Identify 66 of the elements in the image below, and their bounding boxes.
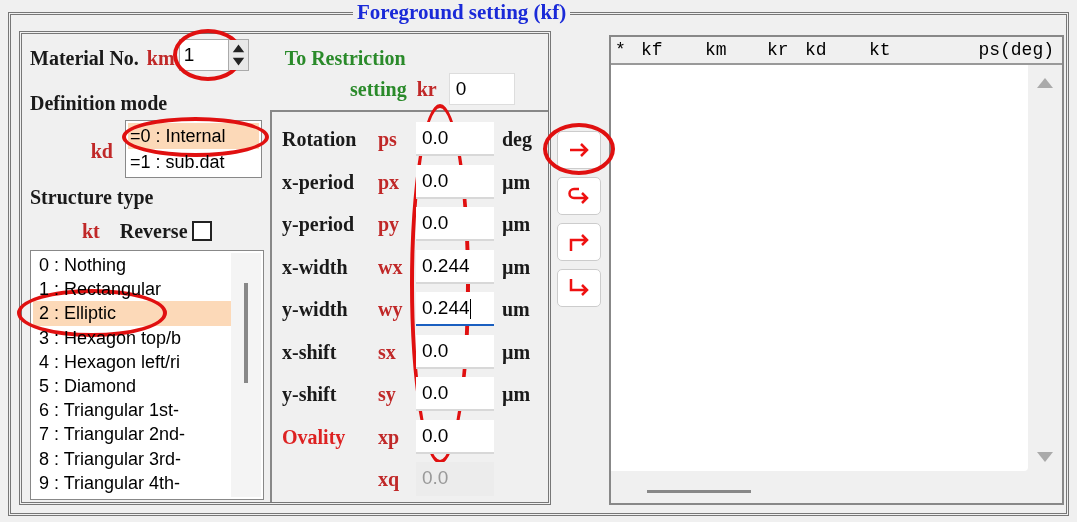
variable-label: xq [378,467,401,493]
value-field[interactable]: 0.244 [416,249,494,284]
value-field[interactable]: 0.0 [416,334,494,369]
value-field[interactable]: 0.0 [416,207,494,242]
column-header[interactable]: kt [869,37,965,64]
variable-label: wy [378,297,404,323]
value-field[interactable]: 0.0 [416,122,494,157]
parameter-label: Ovality [282,424,347,451]
value-field[interactable]: 0.0 [416,419,494,454]
bent-arrow-icon [567,278,591,298]
action-button[interactable] [557,177,601,215]
section-title: Definition mode [30,91,169,116]
column-header[interactable]: kr [767,37,805,64]
mode-option[interactable]: =0 : Internal [128,123,259,149]
curved-arrow-icon [567,186,591,206]
column-header[interactable]: * [615,37,641,64]
parameter-label: y-period [282,212,356,238]
action-button[interactable] [557,269,601,307]
value-field[interactable]: 0.244 [416,292,494,327]
scroll-thumb[interactable] [244,283,248,383]
unit-label: um [502,297,530,323]
variable-label: px [378,169,401,196]
variable-label: kd [89,139,114,164]
unit-label: µm [502,382,531,408]
parameter-label: y-shift [282,382,338,408]
reverse-checkbox[interactable] [191,221,212,241]
variable-label: py [378,212,401,238]
variable-label: kr [416,77,437,102]
unit-label: µm [502,212,531,238]
column-header[interactable]: kd [805,37,869,64]
variable-label: wx [378,254,404,280]
scrollbar[interactable] [231,253,261,497]
number-spinner[interactable]: 1 [178,39,249,71]
parameter-label: x-width [282,254,349,280]
structure-option[interactable]: 2 : Elliptic [33,301,231,326]
section-title: Structure type [30,185,155,211]
unit-label: deg [502,127,532,153]
action-button[interactable] [557,131,601,169]
variable-label: sx [378,339,397,365]
action-button[interactable] [557,223,601,261]
restriction-label: setting [350,77,407,103]
unit-label: µm [502,169,531,196]
variable-label: kt [82,219,100,244]
parameter-label: x-shift [282,339,338,365]
parameter-label: y-width [282,297,349,323]
column-header[interactable]: kf [641,37,705,64]
restriction-field[interactable]: 0 [448,73,515,105]
parameter-label: x-period [282,169,356,196]
reverse-label: Reverse [119,219,188,244]
column-header[interactable]: km [705,37,767,64]
variable-label: xp [378,424,401,451]
unit-label: µm [502,339,531,366]
column-header[interactable]: ps(deg) [965,37,1054,64]
parameter-label: Rotation [282,127,358,153]
variable-label: km [146,46,175,71]
spinner-arrows-icon[interactable] [227,40,248,70]
bent-arrow-icon [567,232,591,252]
spinner-value: 1 [182,43,196,67]
value-field[interactable]: 0.0 [416,377,494,412]
value-field[interactable]: 0.0 [416,164,494,199]
restriction-label: To Restriction [284,46,406,71]
variable-label: sy [378,382,397,408]
material-label: Material No. [30,46,139,71]
horizontal-scroll-thumb[interactable] [647,490,751,493]
variable-label: ps [378,127,398,153]
unit-label: µm [502,254,531,281]
